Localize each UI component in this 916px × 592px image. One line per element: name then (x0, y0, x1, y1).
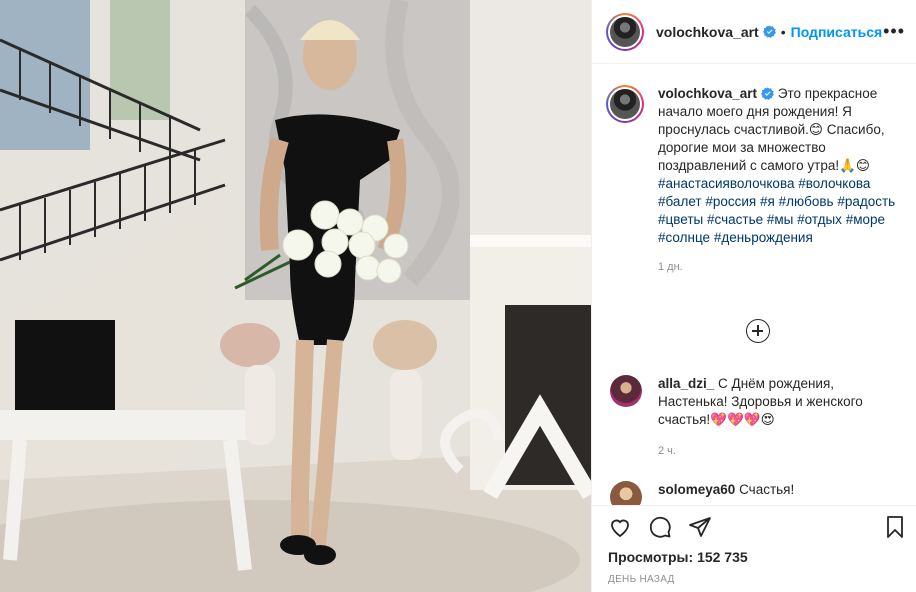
hashtag-link[interactable]: #отдых (797, 212, 842, 227)
separator-dot: • (780, 23, 786, 40)
comment-username[interactable]: alla_dzi_ (658, 376, 714, 391)
comment-body: Счастья! (739, 482, 795, 497)
comment-text: solomeya60 Счастья! (658, 481, 906, 499)
hashtag-link[interactable]: #балет (658, 194, 702, 209)
hashtag-link[interactable]: #россия (705, 194, 756, 209)
hashtag-link[interactable]: #любовь (779, 194, 834, 209)
more-options-icon[interactable]: ••• (883, 22, 905, 40)
hashtag-link[interactable]: #море (846, 212, 885, 227)
verified-badge-icon (761, 87, 775, 100)
hashtag-link[interactable]: #анастасияволочкова (658, 176, 794, 191)
caption-username[interactable]: volochkova_art (658, 86, 757, 101)
hashtags: #анастасияволочкова #волочкова #балет #р… (658, 176, 895, 245)
bookmark-icon[interactable] (883, 515, 907, 539)
comment-time[interactable]: 2 ч. (658, 445, 906, 457)
post-media[interactable] (0, 0, 591, 592)
hashtag-link[interactable]: #деньрождения (714, 230, 813, 245)
comment: alla_dzi_ С Днём рождения, Настенька! Зд… (606, 375, 906, 457)
caption-text: volochkova_art Это прекрасное начало мое… (658, 85, 906, 247)
caption: volochkova_art Это прекрасное начало мое… (606, 85, 906, 273)
hashtag-link[interactable]: #солнце (658, 230, 710, 245)
post-sidebar: volochkova_art • Подписаться ••• volochk… (591, 0, 916, 592)
hashtag-link[interactable]: #я (760, 194, 775, 209)
caption-author-avatar[interactable] (606, 85, 644, 123)
post-header: volochkova_art • Подписаться ••• (592, 0, 916, 64)
hashtag-link[interactable]: #цветы (658, 212, 703, 227)
heart-icon[interactable] (608, 515, 632, 539)
post-date[interactable]: ДЕНЬ НАЗАД (608, 574, 675, 585)
avatar[interactable] (610, 481, 642, 505)
hashtag-link[interactable]: #счастье (707, 212, 763, 227)
comments-list[interactable]: volochkova_art Это прекрасное начало мое… (592, 65, 916, 505)
author-username[interactable]: volochkova_art (656, 24, 759, 40)
views-value: 152 735 (697, 549, 748, 565)
comment-username[interactable]: solomeya60 (658, 482, 735, 497)
hashtag-link[interactable]: #волочкова (798, 176, 870, 191)
comment: solomeya60 Счастья! (606, 481, 906, 505)
verified-badge-icon (762, 25, 776, 38)
avatar[interactable] (610, 375, 642, 407)
follow-button[interactable]: Подписаться (791, 24, 883, 40)
hashtag-link[interactable]: #радость (837, 194, 895, 209)
views-label: Просмотры: (608, 549, 694, 565)
hashtag-link[interactable]: #мы (767, 212, 794, 227)
share-icon[interactable] (688, 515, 712, 539)
view-count[interactable]: Просмотры: 152 735 (608, 549, 748, 565)
plus-circle-icon[interactable] (746, 319, 770, 343)
comment-text: alla_dzi_ С Днём рождения, Настенька! Зд… (658, 375, 906, 429)
caption-time[interactable]: 1 дн. (658, 261, 906, 273)
post-photo (0, 0, 591, 592)
author-avatar[interactable] (606, 12, 644, 51)
post-actions: Просмотры: 152 735 ДЕНЬ НАЗАД (592, 505, 916, 592)
comment-icon[interactable] (648, 515, 672, 539)
